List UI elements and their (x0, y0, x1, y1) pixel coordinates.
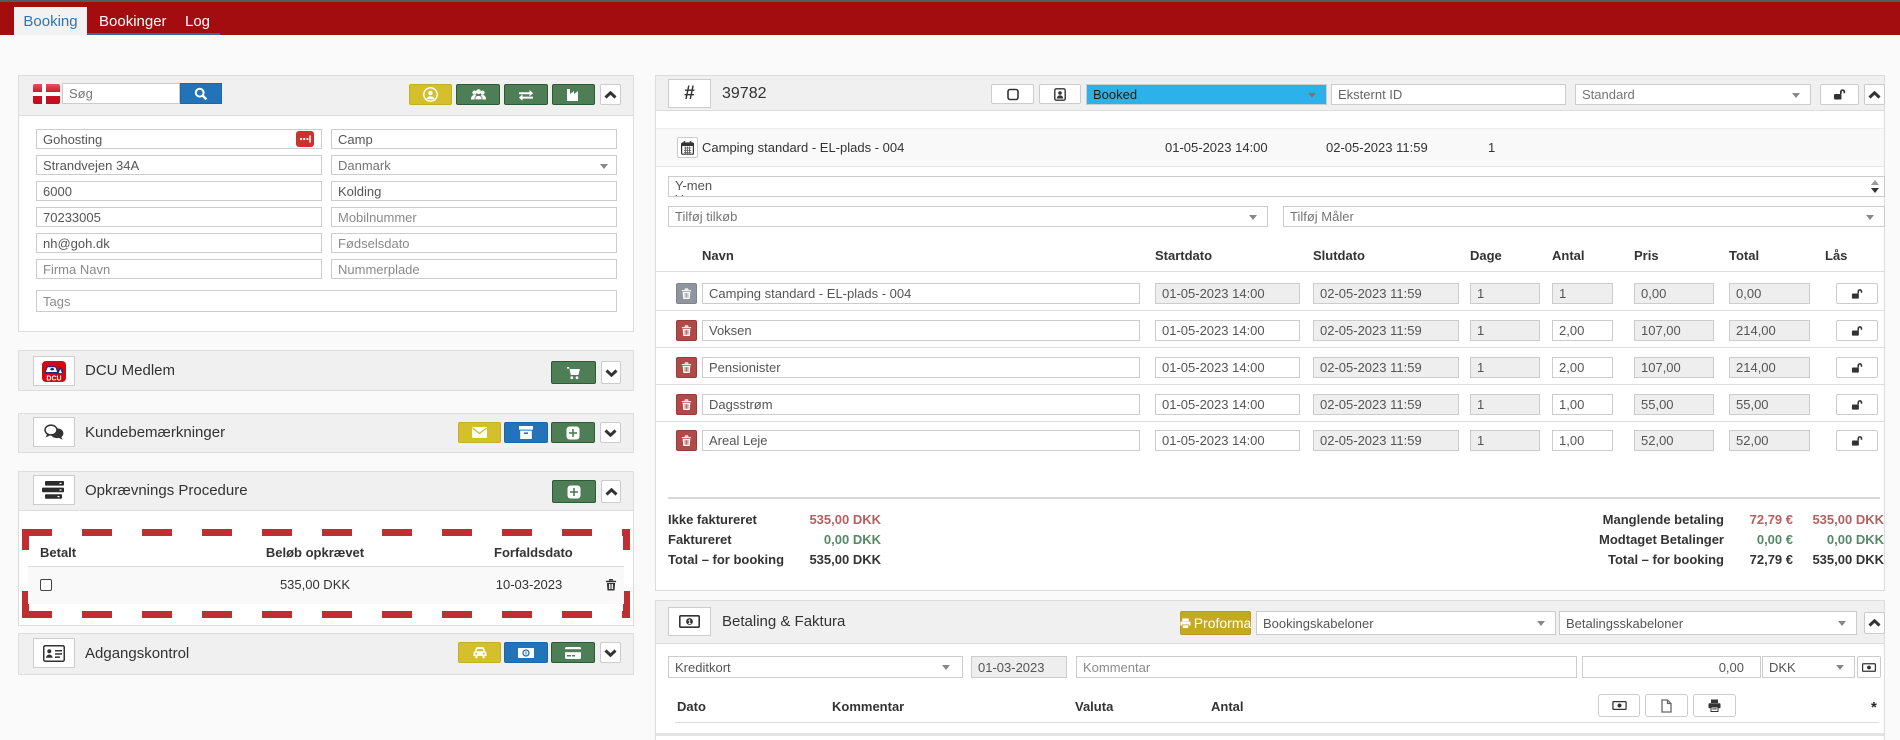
svg-text:DCU: DCU (46, 375, 61, 382)
svg-text:1: 1 (688, 619, 692, 626)
